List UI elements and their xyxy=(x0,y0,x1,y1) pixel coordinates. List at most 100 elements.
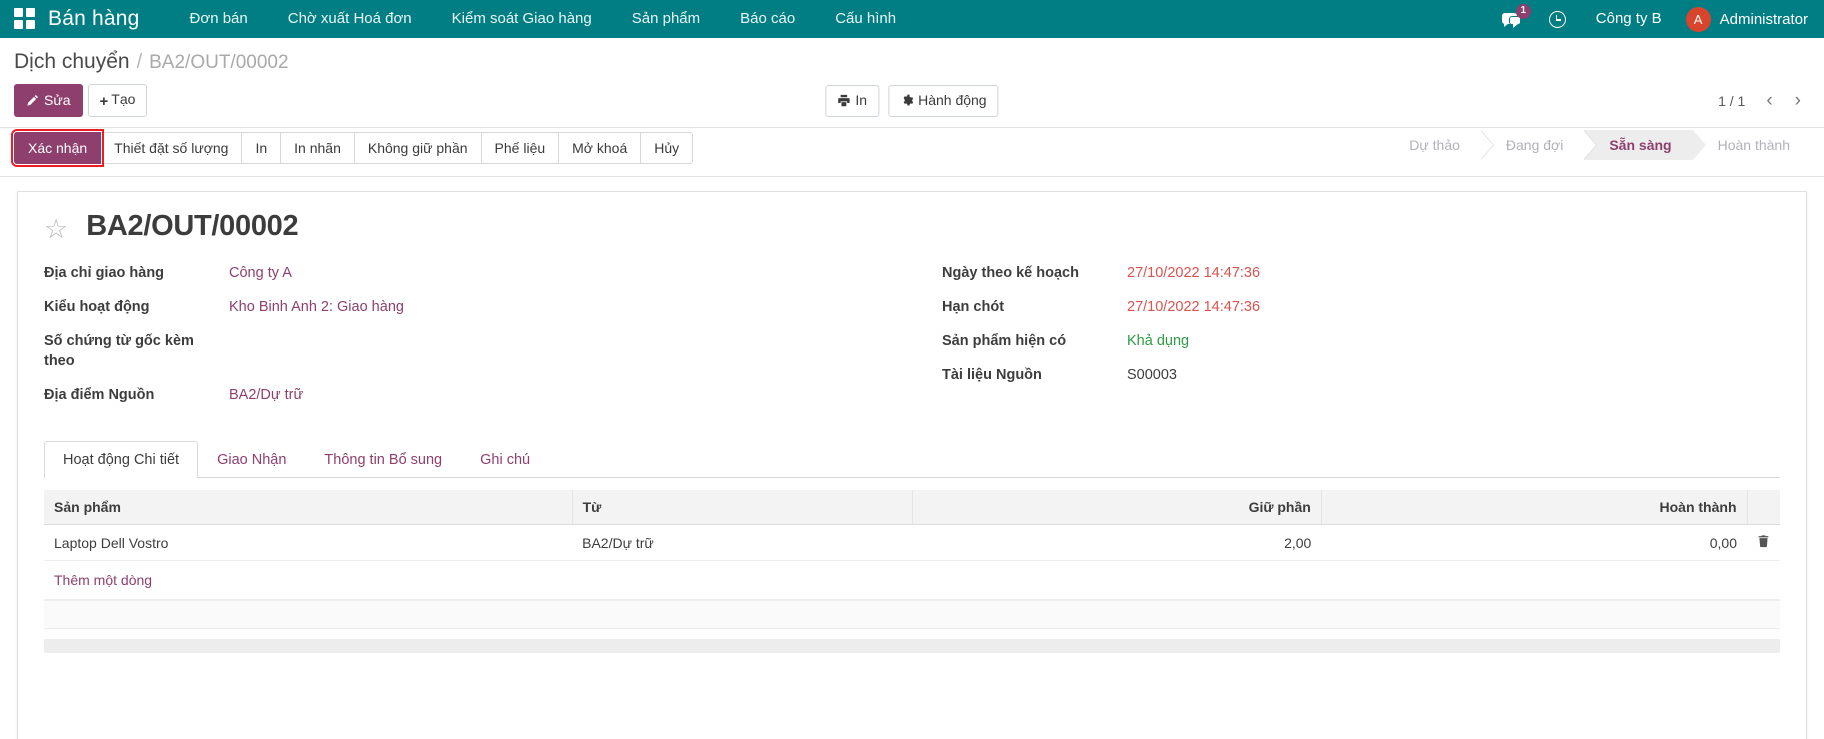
unlock-button[interactable]: Mở khoá xyxy=(558,132,642,164)
field-deadline: Hạn chót 27/10/2022 14:47:36 xyxy=(942,297,1780,317)
table-row[interactable]: Laptop Dell Vostro BA2/Dự trữ 2,00 0,00 xyxy=(44,524,1780,561)
apps-grid-icon[interactable] xyxy=(14,8,36,30)
add-line-row: Thêm một dòng xyxy=(44,560,1780,601)
field-delivery-address-value[interactable]: Công ty A xyxy=(229,263,882,283)
control-panel: Dịch chuyển / BA2/OUT/00002 Sửa +Tạo In xyxy=(0,38,1824,128)
confirm-button[interactable]: Xác nhận xyxy=(10,129,105,167)
field-source-document-number: Số chứng từ gốc kèm theo xyxy=(44,331,882,371)
action-button-label: Hành động xyxy=(918,91,987,108)
sheet-footer-band xyxy=(44,639,1780,653)
fields-left-column: Địa chỉ giao hàng Công ty A Kiểu hoạt độ… xyxy=(44,263,882,419)
status-step-ready-label: Sẵn sàng xyxy=(1609,137,1672,153)
pager-value: 1 / 1 xyxy=(1718,92,1746,109)
status-step-done-label: Hoàn thành xyxy=(1717,137,1790,153)
tab-notes[interactable]: Ghi chú xyxy=(461,441,549,478)
field-product-availability-label: Sản phẩm hiện có xyxy=(942,333,1067,349)
tab-delivery[interactable]: Giao Nhận xyxy=(198,441,305,478)
action-button[interactable]: Hành động xyxy=(888,84,999,117)
field-scheduled-date-label: Ngày theo kế hoạch xyxy=(942,265,1079,281)
field-product-availability: Sản phẩm hiện có Khả dụng xyxy=(942,331,1780,351)
form-view-background: ☆ BA2/OUT/00002 Địa chỉ giao hàng Công t… xyxy=(0,177,1824,739)
status-step-waiting[interactable]: Đang đợi xyxy=(1479,130,1598,160)
tab-operations[interactable]: Hoạt động Chi tiết xyxy=(44,441,199,478)
user-name-label: Administrator xyxy=(1719,10,1808,28)
clock-icon xyxy=(1548,10,1566,28)
tab-additional-info[interactable]: Thông tin Bổ sung xyxy=(305,441,461,478)
field-source-document-value[interactable]: S00003 xyxy=(1127,365,1780,385)
scrap-button[interactable]: Phế liệu xyxy=(480,132,560,164)
print-label-button[interactable]: In nhãn xyxy=(280,132,355,164)
center-actions: In Hành động xyxy=(825,84,999,117)
breadcrumb-current: BA2/OUT/00002 xyxy=(149,52,289,73)
column-header-product[interactable]: Sản phẩm xyxy=(44,490,573,525)
gear-icon xyxy=(900,93,913,111)
print-picking-button[interactable]: In xyxy=(241,132,282,164)
company-switcher[interactable]: Công ty B xyxy=(1580,0,1678,38)
cell-done[interactable]: 0,00 xyxy=(1321,524,1747,561)
cancel-button[interactable]: Hủy xyxy=(640,132,694,164)
field-source-document: Tài liệu Nguồn S00003 xyxy=(942,365,1780,385)
status-step-done[interactable]: Hoàn thành xyxy=(1691,130,1810,160)
field-deadline-value[interactable]: 27/10/2022 14:47:36 xyxy=(1127,297,1780,317)
table-header-row: Sản phẩm Từ Giữ phần Hoàn thành xyxy=(44,490,1780,525)
field-source-document-label: Tài liệu Nguồn xyxy=(942,367,1042,383)
menu-item-don-ban[interactable]: Đơn bán xyxy=(170,0,268,38)
create-button[interactable]: + Tạo xyxy=(87,84,148,117)
column-header-reserved[interactable]: Giữ phần xyxy=(912,490,1322,525)
field-operation-type-value[interactable]: Kho Binh Anh 2: Giao hàng xyxy=(229,297,882,317)
status-step-ready[interactable]: Sẵn sàng xyxy=(1583,130,1706,160)
edit-button-label: Sửa xyxy=(44,91,71,108)
status-step-draft[interactable]: Dự thảo xyxy=(1383,130,1494,160)
menu-item-kiem-soat-giao-hang[interactable]: Kiểm soát Giao hàng xyxy=(432,0,612,38)
star-outline-icon[interactable]: ☆ xyxy=(44,216,68,243)
status-steps: Dự thảo Đang đợi Sẵn sàng Hoàn thành xyxy=(1383,130,1810,160)
column-header-from[interactable]: Từ xyxy=(572,490,914,525)
cell-product[interactable]: Laptop Dell Vostro xyxy=(44,524,573,561)
menu-item-cau-hinh[interactable]: Cấu hình xyxy=(815,0,916,38)
page-title: BA2/OUT/00002 xyxy=(86,210,299,242)
control-panel-buttons-row: Sửa + Tạo In Hành động 1 / 1 ‹ › xyxy=(14,76,1810,127)
field-product-availability-value: Khả dụng xyxy=(1127,333,1190,349)
field-deadline-label: Hạn chót xyxy=(942,299,1005,315)
set-quantities-button[interactable]: Thiết đặt số lượng xyxy=(100,132,243,164)
status-step-draft-label: Dự thảo xyxy=(1409,137,1460,153)
record-title-row: ☆ BA2/OUT/00002 xyxy=(44,210,1780,243)
menu-item-bao-cao[interactable]: Báo cáo xyxy=(720,0,815,38)
activities-button[interactable] xyxy=(1535,0,1580,38)
column-header-actions xyxy=(1747,490,1780,525)
pencil-icon xyxy=(26,93,39,111)
fields-right-column: Ngày theo kế hoạch 27/10/2022 14:47:36 H… xyxy=(942,263,1780,419)
breadcrumb-separator: / xyxy=(136,51,143,73)
user-menu[interactable]: A Administrator xyxy=(1678,6,1814,32)
printer-icon xyxy=(837,93,850,111)
add-a-line-button[interactable]: Thêm một dòng xyxy=(44,561,1780,600)
messages-badge: 1 xyxy=(1515,4,1531,19)
column-header-done[interactable]: Hoàn thành xyxy=(1321,490,1748,525)
navbar-right-section: 1 Công ty B A Administrator xyxy=(1488,0,1814,38)
record-action-buttons: Xác nhận Thiết đặt số lượng In In nhãn K… xyxy=(10,129,694,167)
pager-previous-button[interactable]: ‹ xyxy=(1757,89,1781,112)
edit-button[interactable]: Sửa xyxy=(14,84,83,117)
table-header: Sản phẩm Từ Giữ phần Hoàn thành xyxy=(44,490,1780,525)
field-scheduled-date-value[interactable]: 27/10/2022 14:47:36 xyxy=(1127,263,1780,283)
field-source-location-value[interactable]: BA2/Dự trữ xyxy=(229,385,882,405)
cell-from[interactable]: BA2/Dự trữ xyxy=(572,524,913,561)
pager: 1 / 1 ‹ › xyxy=(1710,89,1810,112)
breadcrumb-root[interactable]: Dịch chuyển xyxy=(14,50,130,74)
unreserve-button[interactable]: Không giữ phần xyxy=(353,132,482,164)
trash-icon[interactable] xyxy=(1747,524,1780,561)
table-body: Laptop Dell Vostro BA2/Dự trữ 2,00 0,00 … xyxy=(44,524,1780,629)
print-button[interactable]: In xyxy=(825,84,880,117)
messages-button[interactable]: 1 xyxy=(1488,0,1535,38)
table-filler-row xyxy=(44,600,1780,629)
avatar: A xyxy=(1685,6,1711,32)
main-menu: Đơn bán Chờ xuất Hoá đơn Kiểm soát Giao … xyxy=(170,0,917,38)
cell-reserved[interactable]: 2,00 xyxy=(912,524,1322,561)
app-brand-title[interactable]: Bán hàng xyxy=(48,7,140,31)
table-filler-cell xyxy=(44,600,1780,629)
pager-next-button[interactable]: › xyxy=(1786,89,1810,112)
record-fields: Địa chỉ giao hàng Công ty A Kiểu hoạt độ… xyxy=(44,263,1780,419)
plus-icon: + xyxy=(99,93,109,110)
menu-item-cho-xuat-hoa-don[interactable]: Chờ xuất Hoá đơn xyxy=(268,0,432,38)
menu-item-san-pham[interactable]: Sản phẩm xyxy=(612,0,720,38)
